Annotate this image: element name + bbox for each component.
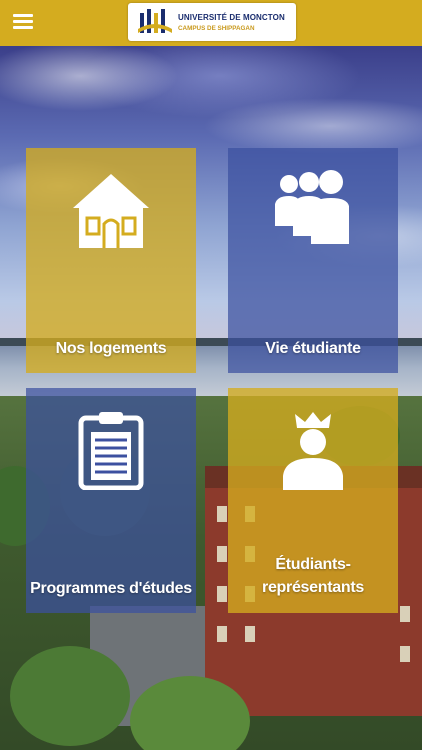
- tile-housing-label: Nos logements: [55, 340, 167, 357]
- tile-study-programs[interactable]: Programmes d'études: [26, 388, 196, 613]
- tile-housing[interactable]: Nos logements: [26, 148, 196, 373]
- crowned-person-icon: [283, 412, 343, 490]
- university-logo: UNIVERSITÉ DE MONCTON CAMPUS DE SHIPPAGA…: [128, 3, 296, 41]
- tree: [10, 646, 130, 746]
- tile-study-programs-label: Programmes d'études: [30, 580, 192, 597]
- logo-line1: UNIVERSITÉ DE MONCTON: [178, 13, 285, 22]
- tile-student-representatives[interactable]: Étudiants- représentants: [228, 388, 398, 613]
- tile-student-representatives-label-line1: Étudiants-: [275, 556, 351, 573]
- house-icon: [73, 174, 149, 248]
- tile-student-life-label: Vie étudiante: [265, 340, 361, 357]
- group-people-icon: [275, 170, 349, 244]
- logo-line2: CAMPUS DE SHIPPAGAN: [178, 25, 255, 32]
- header-bar: UNIVERSITÉ DE MONCTON CAMPUS DE SHIPPAGA…: [0, 0, 422, 46]
- university-logo-icon: [138, 9, 172, 33]
- hamburger-menu-icon[interactable]: [10, 10, 36, 34]
- clipboard-icon: [78, 412, 144, 490]
- tile-student-life[interactable]: Vie étudiante: [228, 148, 398, 373]
- tile-student-representatives-label-line2: représentants: [262, 579, 364, 596]
